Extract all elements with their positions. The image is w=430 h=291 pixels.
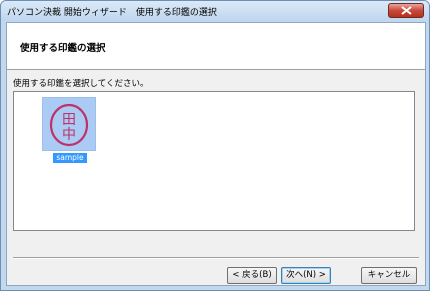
next-button[interactable]: 次へ(N) > (281, 267, 331, 284)
seal-label: sample (53, 153, 87, 163)
page-title: 使用する印鑑の選択 (20, 43, 106, 54)
separator (13, 257, 419, 259)
instruction-text: 使用する印鑑を選択してください。 (13, 79, 149, 89)
seal-stamp-icon: 田 中 (49, 103, 89, 147)
seal-thumbnail[interactable]: 田 中 (42, 97, 96, 151)
seal-list[interactable]: 田 中 sample (13, 91, 415, 231)
seal-glyph-bottom: 中 (62, 127, 76, 143)
seal-glyph-top: 田 (62, 112, 76, 128)
wizard-body: 使用する印鑑の選択 使用する印鑑を選択してください。 田 中 sample < … (6, 22, 426, 286)
seal-item-sample[interactable]: 田 中 sample (42, 97, 98, 163)
title-bar[interactable]: パソコン決裁 開始ウィザード 使用する印鑑の選択 (1, 1, 429, 21)
window-title: パソコン決裁 開始ウィザード 使用する印鑑の選択 (7, 8, 217, 18)
back-button[interactable]: < 戻る(B) (227, 267, 277, 284)
wizard-window: パソコン決裁 開始ウィザード 使用する印鑑の選択 使用する印鑑の選択 使用する印… (0, 0, 430, 291)
wizard-header: 使用する印鑑の選択 (7, 23, 425, 70)
cancel-button[interactable]: キャンセル (361, 267, 417, 284)
close-icon (401, 6, 412, 15)
close-button[interactable] (388, 3, 424, 18)
